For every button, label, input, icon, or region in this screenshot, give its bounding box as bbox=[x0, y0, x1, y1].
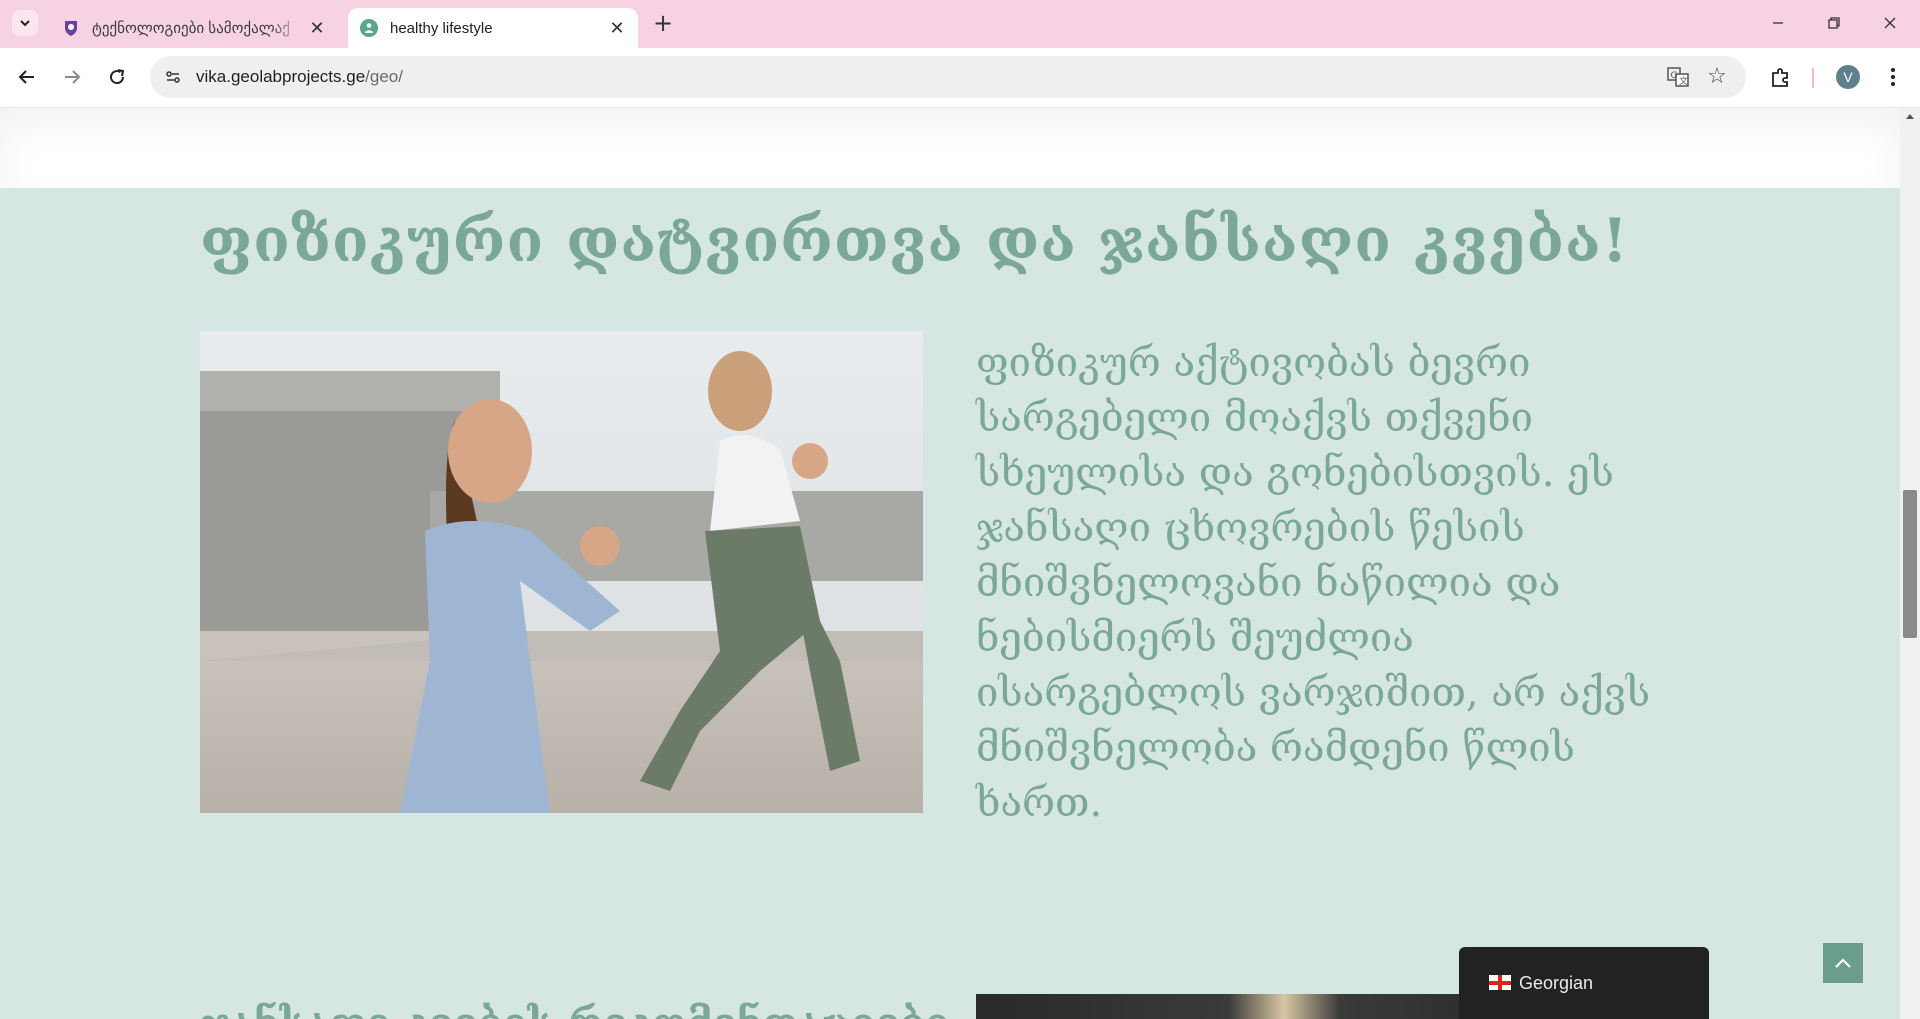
close-icon[interactable]: ✕ bbox=[308, 18, 326, 38]
restore-button[interactable] bbox=[1814, 8, 1854, 38]
food-photo bbox=[976, 994, 1536, 1019]
extensions-button[interactable] bbox=[1766, 62, 1796, 92]
page-viewport: ფიზიკური დატვირთვა და ჯანსაღი კვება! ფიზ… bbox=[0, 108, 1920, 1019]
body-line: ფიზიკურ აქტივობას ბევრი bbox=[976, 340, 1531, 386]
body-line: ისარგებლოს ვარჯიშით, არ აქვს bbox=[976, 670, 1651, 716]
reload-button[interactable] bbox=[102, 62, 132, 92]
scrollbar-thumb[interactable] bbox=[1903, 490, 1917, 638]
section-title: ფიზიკური დატვირთვა და ჯანსაღი კვება! bbox=[200, 206, 1629, 276]
close-icon bbox=[1884, 17, 1896, 29]
more-vertical-icon bbox=[1891, 68, 1895, 86]
chevron-down-icon bbox=[20, 20, 30, 27]
restore-icon bbox=[1828, 17, 1840, 29]
body-line: სარგებელი მოაქვს თქვენი bbox=[976, 395, 1534, 441]
page-scrollbar[interactable] bbox=[1900, 108, 1920, 1019]
address-bar[interactable]: vika.geolabprojects.ge/geo/ G文 ☆ bbox=[150, 56, 1746, 98]
profile-avatar[interactable]: V bbox=[1836, 65, 1860, 89]
university-shield-icon bbox=[62, 19, 80, 37]
body-line: ხართ. bbox=[976, 780, 1103, 826]
chevron-up-icon bbox=[1835, 958, 1851, 968]
minimize-icon bbox=[1773, 22, 1783, 24]
reload-icon bbox=[110, 69, 125, 85]
url-path: /geo/ bbox=[365, 67, 403, 86]
tab-inactive[interactable]: ტექნოლოგიები სამოქალაქ ✕ bbox=[50, 8, 338, 48]
close-window-button[interactable] bbox=[1870, 8, 1910, 38]
workout-photo bbox=[200, 331, 923, 813]
browser-toolbar: vika.geolabprojects.ge/geo/ G文 ☆ V bbox=[0, 48, 1920, 108]
bookmark-star-icon[interactable]: ☆ bbox=[1704, 63, 1730, 89]
browser-menu-button[interactable] bbox=[1878, 62, 1908, 92]
language-label: Georgian bbox=[1519, 973, 1594, 993]
body-line: მნიშვნელობა რამდენი წლის bbox=[976, 725, 1575, 771]
tab-title: ტექნოლოგიები სამოქალაქ bbox=[92, 20, 290, 37]
url-text[interactable]: vika.geolabprojects.ge/geo/ bbox=[196, 67, 403, 87]
body-line: მნიშვნელოვანი ნაწილია და bbox=[976, 560, 1561, 606]
arrow-right-icon bbox=[65, 70, 81, 84]
minimize-button[interactable] bbox=[1758, 8, 1798, 38]
body-paragraph: ფიზიკურ აქტივობას ბევრი სარგებელი მოაქვს… bbox=[976, 336, 1676, 831]
body-line: ჯანსაღი ცხოვრების წესის bbox=[976, 505, 1525, 551]
back-to-top-button[interactable] bbox=[1823, 943, 1863, 983]
body-line: ნებისმიერს შეუძლია bbox=[976, 615, 1414, 661]
site-header-band bbox=[0, 108, 1900, 188]
arrow-left-icon bbox=[18, 70, 34, 84]
content-section: ფიზიკური დატვირთვა და ჯანსაღი კვება! ფიზ… bbox=[0, 188, 1900, 1019]
healthy-lifestyle-favicon-icon bbox=[360, 19, 378, 37]
next-section-title: ჯანსაღი კვების რეკომენდაციები bbox=[200, 1000, 950, 1019]
language-switcher[interactable]: Georgian bbox=[1459, 947, 1709, 1019]
site-info-icon[interactable] bbox=[160, 64, 186, 90]
url-host: vika.geolabprojects.ge bbox=[196, 67, 366, 86]
back-button[interactable] bbox=[12, 62, 42, 92]
scroll-up-arrow-icon[interactable] bbox=[1904, 110, 1916, 122]
tab-strip: ტექნოლოგიები სამოქალაქ ✕ healthy lifesty… bbox=[0, 0, 1920, 48]
translate-icon[interactable]: G文 bbox=[1666, 65, 1690, 89]
svg-text:文: 文 bbox=[1679, 75, 1688, 87]
svg-text:G: G bbox=[1671, 71, 1678, 81]
close-icon[interactable]: ✕ bbox=[608, 18, 626, 38]
tab-title: healthy lifestyle bbox=[390, 19, 493, 37]
toolbar-divider bbox=[1812, 68, 1814, 88]
forward-button[interactable] bbox=[57, 62, 87, 92]
tab-active[interactable]: healthy lifestyle ✕ bbox=[348, 8, 638, 48]
new-tab-button[interactable]: + bbox=[650, 9, 676, 37]
body-line: სხეულისა და გონებისთვის. ეს bbox=[976, 450, 1614, 496]
georgia-flag-icon bbox=[1489, 975, 1511, 990]
puzzle-icon bbox=[1772, 68, 1788, 87]
tab-search-button[interactable] bbox=[12, 10, 38, 36]
